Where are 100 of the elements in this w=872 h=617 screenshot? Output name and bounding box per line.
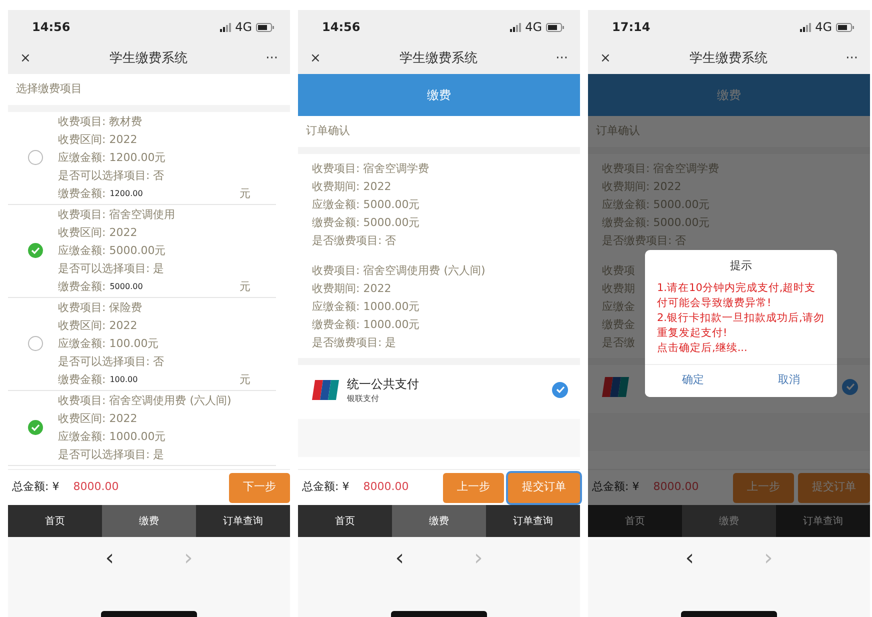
payment-check[interactable]	[552, 382, 568, 398]
battery-icon	[546, 22, 564, 32]
payment-subtitle: 银联支付	[347, 392, 380, 404]
item-text: 收费期	[602, 280, 635, 296]
amount-label: 缴费金额:	[58, 278, 106, 294]
item-text: 应缴金额: 1000.00元	[58, 428, 166, 444]
item-text: 收费项目: 宿舍空调学费	[312, 160, 430, 176]
unit-label: 元	[240, 186, 251, 202]
status-time: 17:14	[612, 19, 650, 36]
item-text: 应缴金额: 1200.00元	[58, 150, 166, 166]
header-bar: 缴费	[588, 74, 870, 116]
more-button[interactable]: ···	[266, 49, 278, 69]
item-text: 缴费金额: 5000.00元	[602, 214, 710, 230]
dialog-message: 2.银行卡扣款一旦扣款成功后,请勿重复发起支付!	[656, 310, 826, 340]
item-text: 应缴金	[602, 298, 635, 314]
item-text: 应缴金额: 100.00元	[58, 336, 159, 352]
page-title: 学生缴费系统	[689, 50, 768, 68]
back-button[interactable]: ‹	[685, 542, 694, 574]
check-icon	[31, 247, 40, 254]
item-text: 收费项目: 教材费	[58, 114, 142, 130]
page-title: 学生缴费系统	[399, 50, 478, 68]
item-text: 收费区间: 2022	[58, 318, 138, 334]
item-text: 收费项目: 宿舍空调使用费 (六人间)	[58, 392, 232, 408]
item-text: 收费项目: 宿舍空调使用	[58, 206, 176, 222]
item-text: 收费期间: 2022	[312, 178, 392, 194]
status-time: 14:56	[32, 19, 70, 36]
total-amount: 8000.00	[73, 479, 119, 496]
battery-icon	[256, 22, 274, 32]
item-text: 是否可以选择项目: 是	[58, 446, 164, 462]
payment-title: 统一公共支付	[347, 376, 419, 392]
item-text: 应缴金额: 5000.00元	[58, 242, 166, 258]
item-text: 是否缴	[602, 334, 635, 350]
dialog-title: 提示	[729, 258, 753, 274]
item-text: 是否缴费项目: 是	[312, 334, 396, 350]
total-label: 总金额: ¥	[12, 479, 60, 496]
close-button[interactable]: ×	[310, 49, 321, 69]
unit-label: 元	[240, 278, 251, 294]
item-text: 是否可以选择项目: 否	[58, 168, 164, 184]
radio-button[interactable]	[28, 336, 43, 351]
amount-field[interactable]: 5000.00	[106, 278, 216, 295]
item-text: 收费项目: 宿舍空调学费	[602, 160, 720, 176]
item-text: 缴费金额: 5000.00元	[312, 214, 420, 230]
section-title: 订单确认	[588, 116, 870, 154]
section-title: 选择缴费项目	[8, 74, 290, 112]
item-text: 收费项	[602, 262, 635, 278]
union-pay-logo	[312, 378, 339, 402]
item-text: 收费区间: 2022	[58, 224, 138, 240]
page-title: 学生缴费系统	[109, 50, 188, 68]
close-button[interactable]: ×	[600, 49, 611, 69]
tab[interactable]: 缴费	[102, 505, 196, 537]
item-text: 收费区间: 2022	[58, 410, 138, 426]
tab[interactable]: 缴费	[392, 505, 486, 537]
amount-label: 缴费金额:	[58, 372, 106, 388]
status-time: 14:56	[322, 19, 360, 36]
unit-label: 元	[240, 372, 251, 388]
network-label: 4G	[815, 19, 832, 36]
radio-button[interactable]	[28, 150, 43, 165]
radio-button[interactable]	[28, 420, 43, 435]
item-text: 应缴金额: 5000.00元	[312, 196, 420, 212]
check-icon	[846, 383, 854, 390]
total-label: 总金额: ¥	[592, 479, 640, 496]
more-button[interactable]: ···	[846, 49, 858, 69]
back-button[interactable]: ‹	[105, 542, 114, 574]
item-text: 收费区间: 2022	[58, 132, 138, 148]
amount-label: 缴费金额:	[58, 186, 106, 202]
item-text: 收费期间: 2022	[602, 178, 682, 194]
radio-button[interactable]	[28, 243, 43, 258]
back-button[interactable]: ‹	[395, 542, 404, 574]
dialog-message: 点击确定后,继续...	[656, 340, 748, 356]
item-text: 是否缴费项目: 否	[602, 232, 686, 248]
check-icon	[556, 386, 564, 393]
battery-icon	[836, 22, 854, 32]
item-text: 应缴金额: 5000.00元	[602, 196, 710, 212]
check-icon	[31, 424, 40, 431]
total-amount: 8000.00	[653, 479, 699, 496]
dialog-message: 1.请在10分钟内完成支付,超时支付可能会导致缴费异常!	[656, 280, 817, 310]
total-amount: 8000.00	[363, 479, 409, 496]
signal-icon	[510, 22, 522, 32]
more-button[interactable]: ···	[556, 49, 568, 69]
item-text: 应缴金额: 1000.00元	[312, 298, 420, 314]
item-text: 缴费金额: 1000.00元	[312, 316, 420, 332]
header-bar: 缴费	[298, 74, 580, 116]
section-title: 订单确认	[298, 116, 580, 154]
total-label: 总金额: ¥	[302, 479, 350, 496]
network-label: 4G	[235, 19, 252, 36]
network-label: 4G	[525, 19, 542, 36]
union-pay-logo	[602, 374, 629, 398]
close-button[interactable]: ×	[20, 49, 31, 69]
item-text: 缴费金	[602, 316, 635, 332]
payment-check[interactable]	[842, 378, 858, 394]
signal-icon	[800, 22, 812, 32]
item-text: 收费期间: 2022	[312, 280, 392, 296]
item-text: 收费项目: 宿舍空调使用费 (六人间)	[312, 262, 486, 278]
item-text: 是否缴费项目: 否	[312, 232, 396, 248]
amount-field[interactable]: 1200.00	[106, 185, 216, 202]
item-text: 是否可以选择项目: 是	[58, 260, 164, 276]
item-text: 收费项目: 保险费	[58, 300, 142, 316]
amount-field[interactable]: 100.00	[106, 371, 216, 388]
item-text: 是否可以选择项目: 否	[58, 354, 164, 370]
signal-icon	[220, 22, 232, 32]
